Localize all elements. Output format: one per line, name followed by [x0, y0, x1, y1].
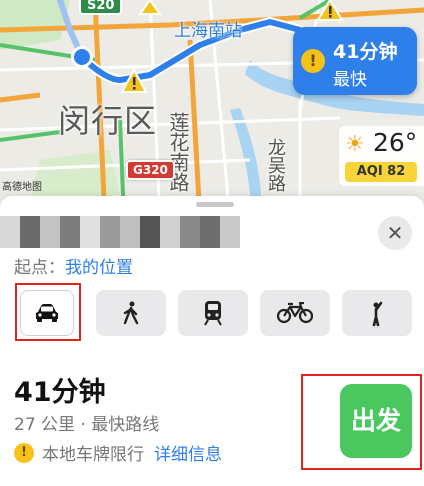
highway-shield-s20: S20 — [79, 0, 123, 15]
close-button[interactable]: ✕ — [378, 216, 412, 250]
mode-ridehail-button[interactable] — [342, 290, 412, 336]
train-icon — [204, 301, 222, 326]
eta-callout[interactable]: ! 41分钟 最快 — [293, 27, 417, 95]
bicycle-icon — [277, 302, 313, 324]
warning-icon: ! — [14, 442, 34, 463]
origin-label: 起点： — [14, 258, 65, 278]
highway-shield-g320: G320 — [126, 160, 175, 180]
eta-callout-time: 41分钟 — [333, 41, 398, 63]
restriction-text: 本地车牌限行 — [42, 445, 144, 465]
weather-widget[interactable]: ☀ 26° AQI 82 — [339, 126, 424, 186]
eta-callout-note: 最快 — [333, 70, 367, 90]
route-duration: 41分钟 — [14, 377, 106, 408]
road-label-longwu: 龙吴路 — [265, 138, 286, 192]
map-view[interactable]: S20 上海南站 闵行区 莲花南路 龙吴路 G320 高德地图 ! 41分钟 最… — [0, 0, 424, 220]
sun-icon: ☀ — [345, 132, 365, 157]
mode-car-button[interactable] — [20, 290, 74, 336]
aqi-badge: AQI 82 — [345, 162, 417, 182]
walking-icon — [123, 301, 139, 325]
district-label: 闵行区 — [58, 102, 158, 140]
restriction-notice: ! 本地车牌限行 详细信息 — [14, 440, 222, 465]
origin-value[interactable]: 我的位置 — [65, 258, 133, 278]
sheet-grabber[interactable] — [196, 202, 234, 207]
go-button[interactable]: 出发 — [340, 384, 412, 458]
destination-blurred — [0, 216, 240, 248]
details-link[interactable]: 详细信息 — [154, 440, 222, 465]
station-label[interactable]: 上海南站 — [174, 16, 242, 41]
hailing-person-icon — [372, 301, 383, 326]
transport-mode-bar — [14, 290, 414, 336]
close-icon: ✕ — [386, 221, 404, 245]
temperature: 26° — [373, 128, 418, 157]
origin-row[interactable]: 起点：我的位置 — [14, 253, 133, 278]
mode-walk-button[interactable] — [96, 290, 166, 336]
car-icon — [36, 304, 58, 322]
map-attribution: 高德地图 — [2, 182, 42, 193]
road-label-lianhua: 莲花南路 — [166, 112, 190, 192]
mode-transit-button[interactable] — [178, 290, 248, 336]
warning-icon: ! — [301, 49, 325, 73]
directions-sheet: ✕ 起点：我的位置 41分钟 27 公里 · 最快路线 ! 本地车牌限行 详细信… — [0, 196, 424, 486]
route-summary: 27 公里 · 最快路线 — [14, 415, 160, 435]
mode-bike-button[interactable] — [260, 290, 330, 336]
